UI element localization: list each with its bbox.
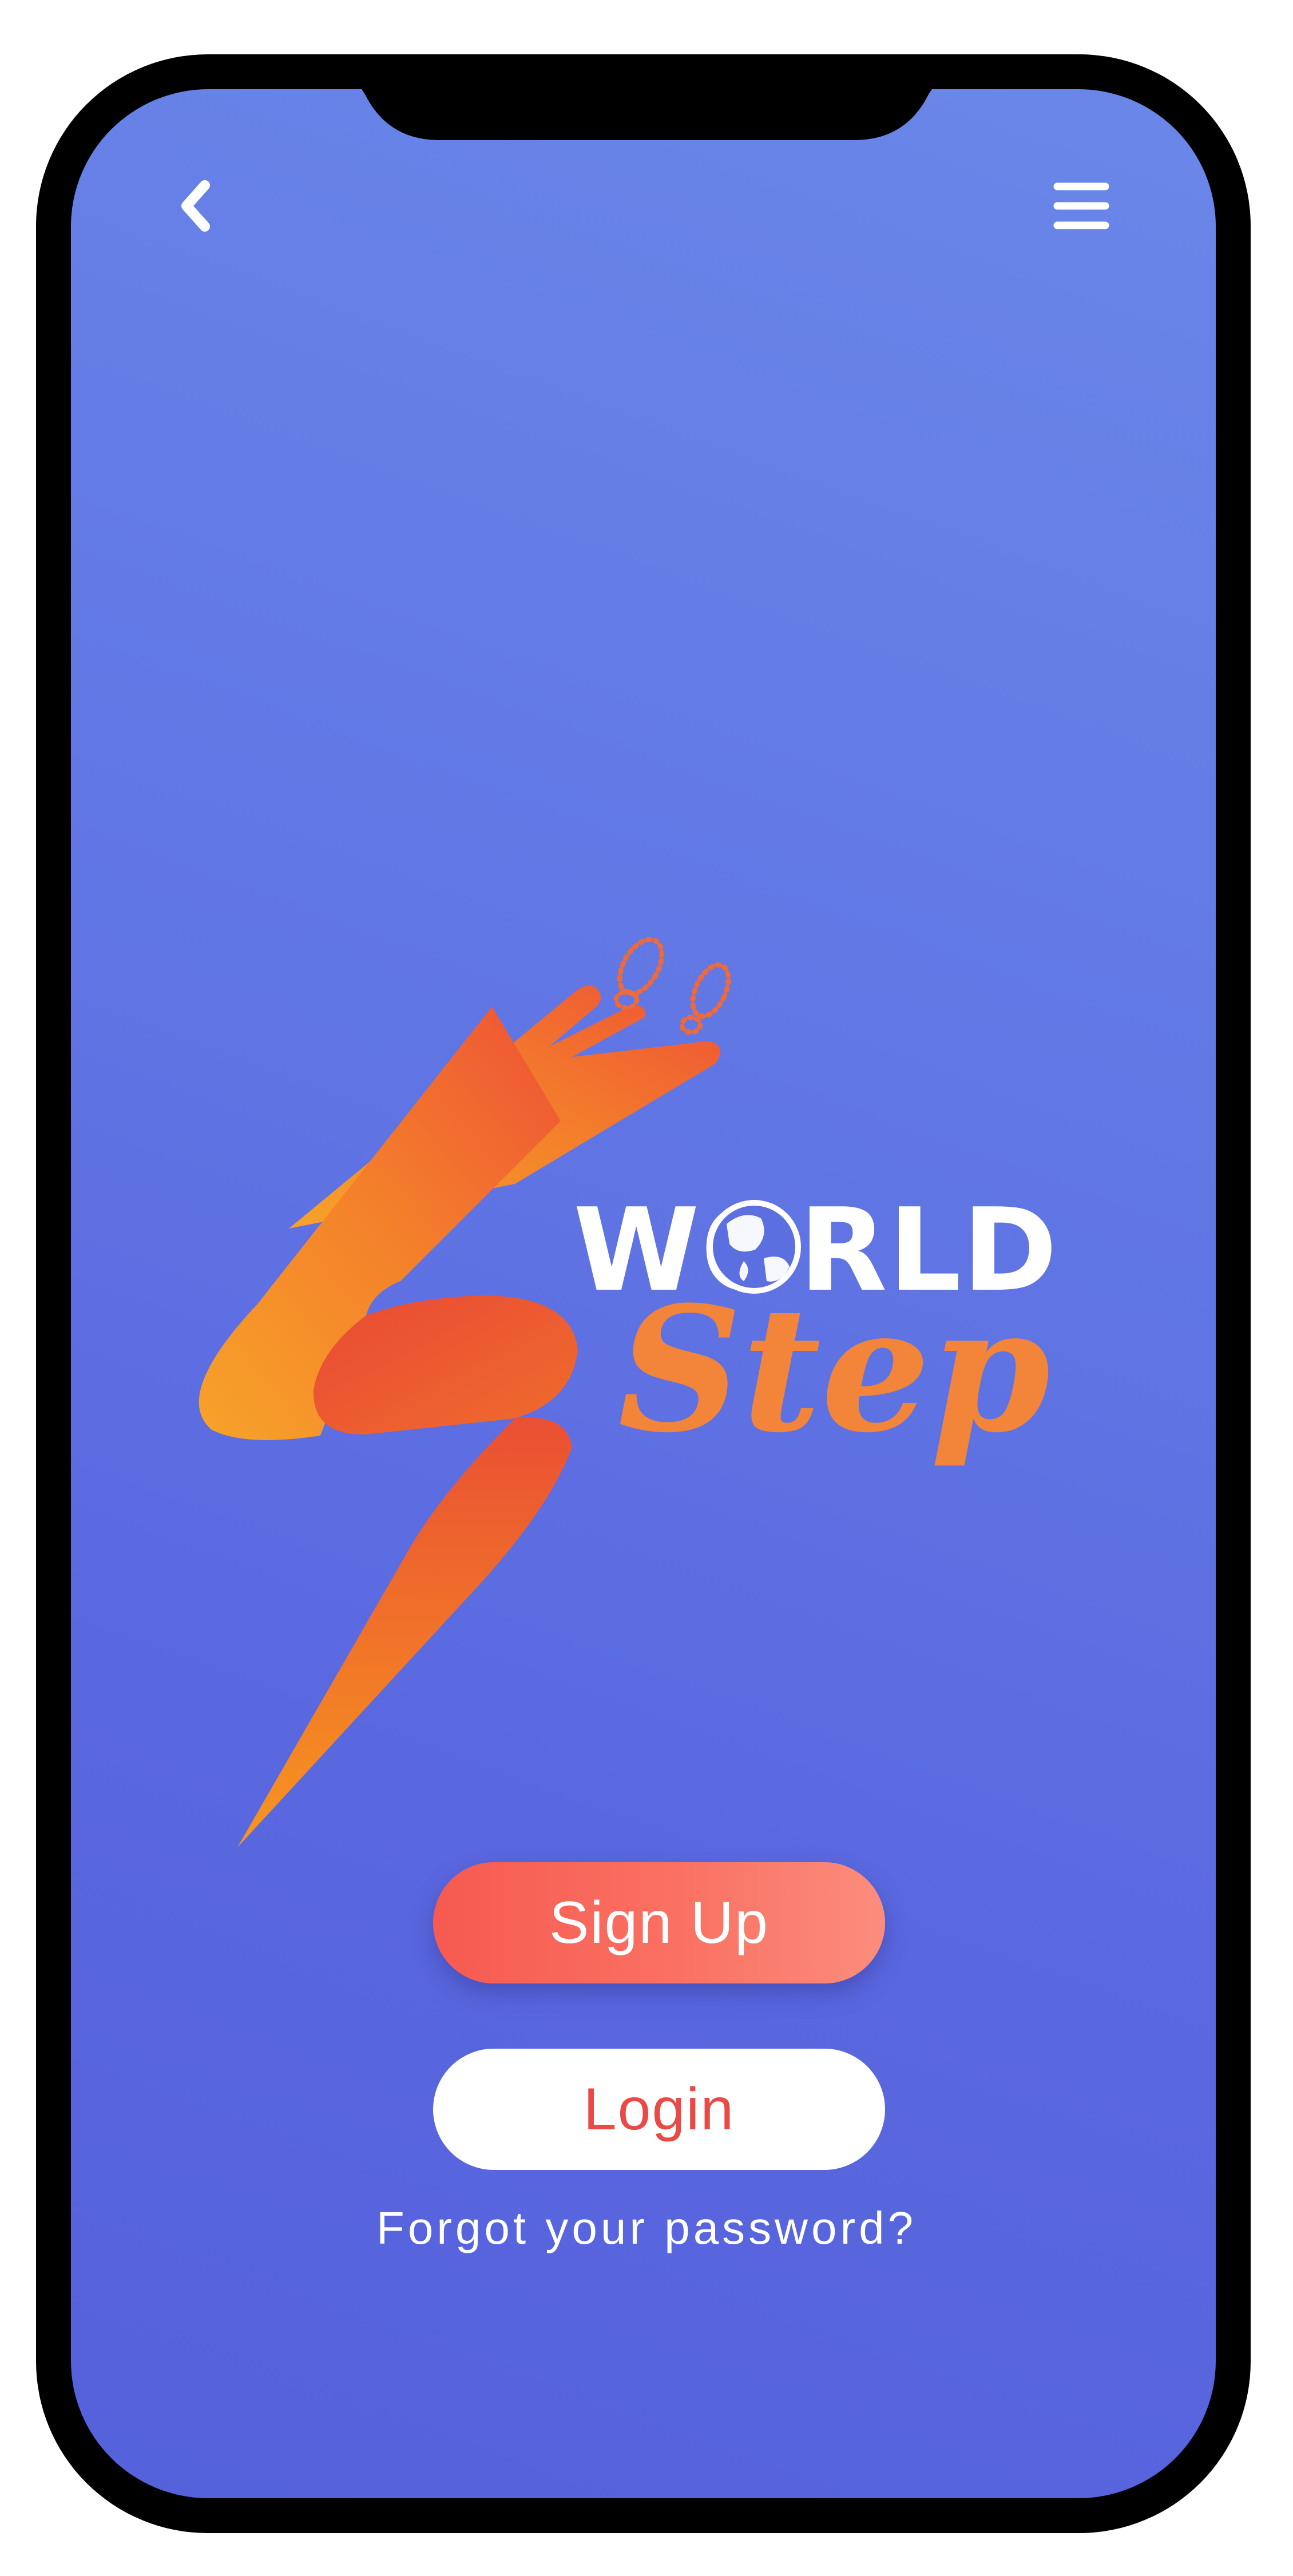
sign-up-button[interactable]: Sign Up [433, 1862, 885, 1983]
login-button[interactable]: Login [433, 2049, 885, 2170]
menu-button[interactable] [1047, 172, 1116, 240]
chevron-left-icon [181, 180, 210, 232]
logo-s-tail [237, 1417, 572, 1847]
brand-step-text: Step [618, 1269, 1050, 1470]
hamburger-menu-icon [1053, 182, 1109, 229]
forgot-password-link[interactable]: Forgot your password? [0, 2202, 1293, 2255]
worldstep-logo: WORLD Step [199, 937, 1057, 1847]
phone-notch [339, 54, 954, 140]
back-button[interactable] [166, 172, 223, 240]
